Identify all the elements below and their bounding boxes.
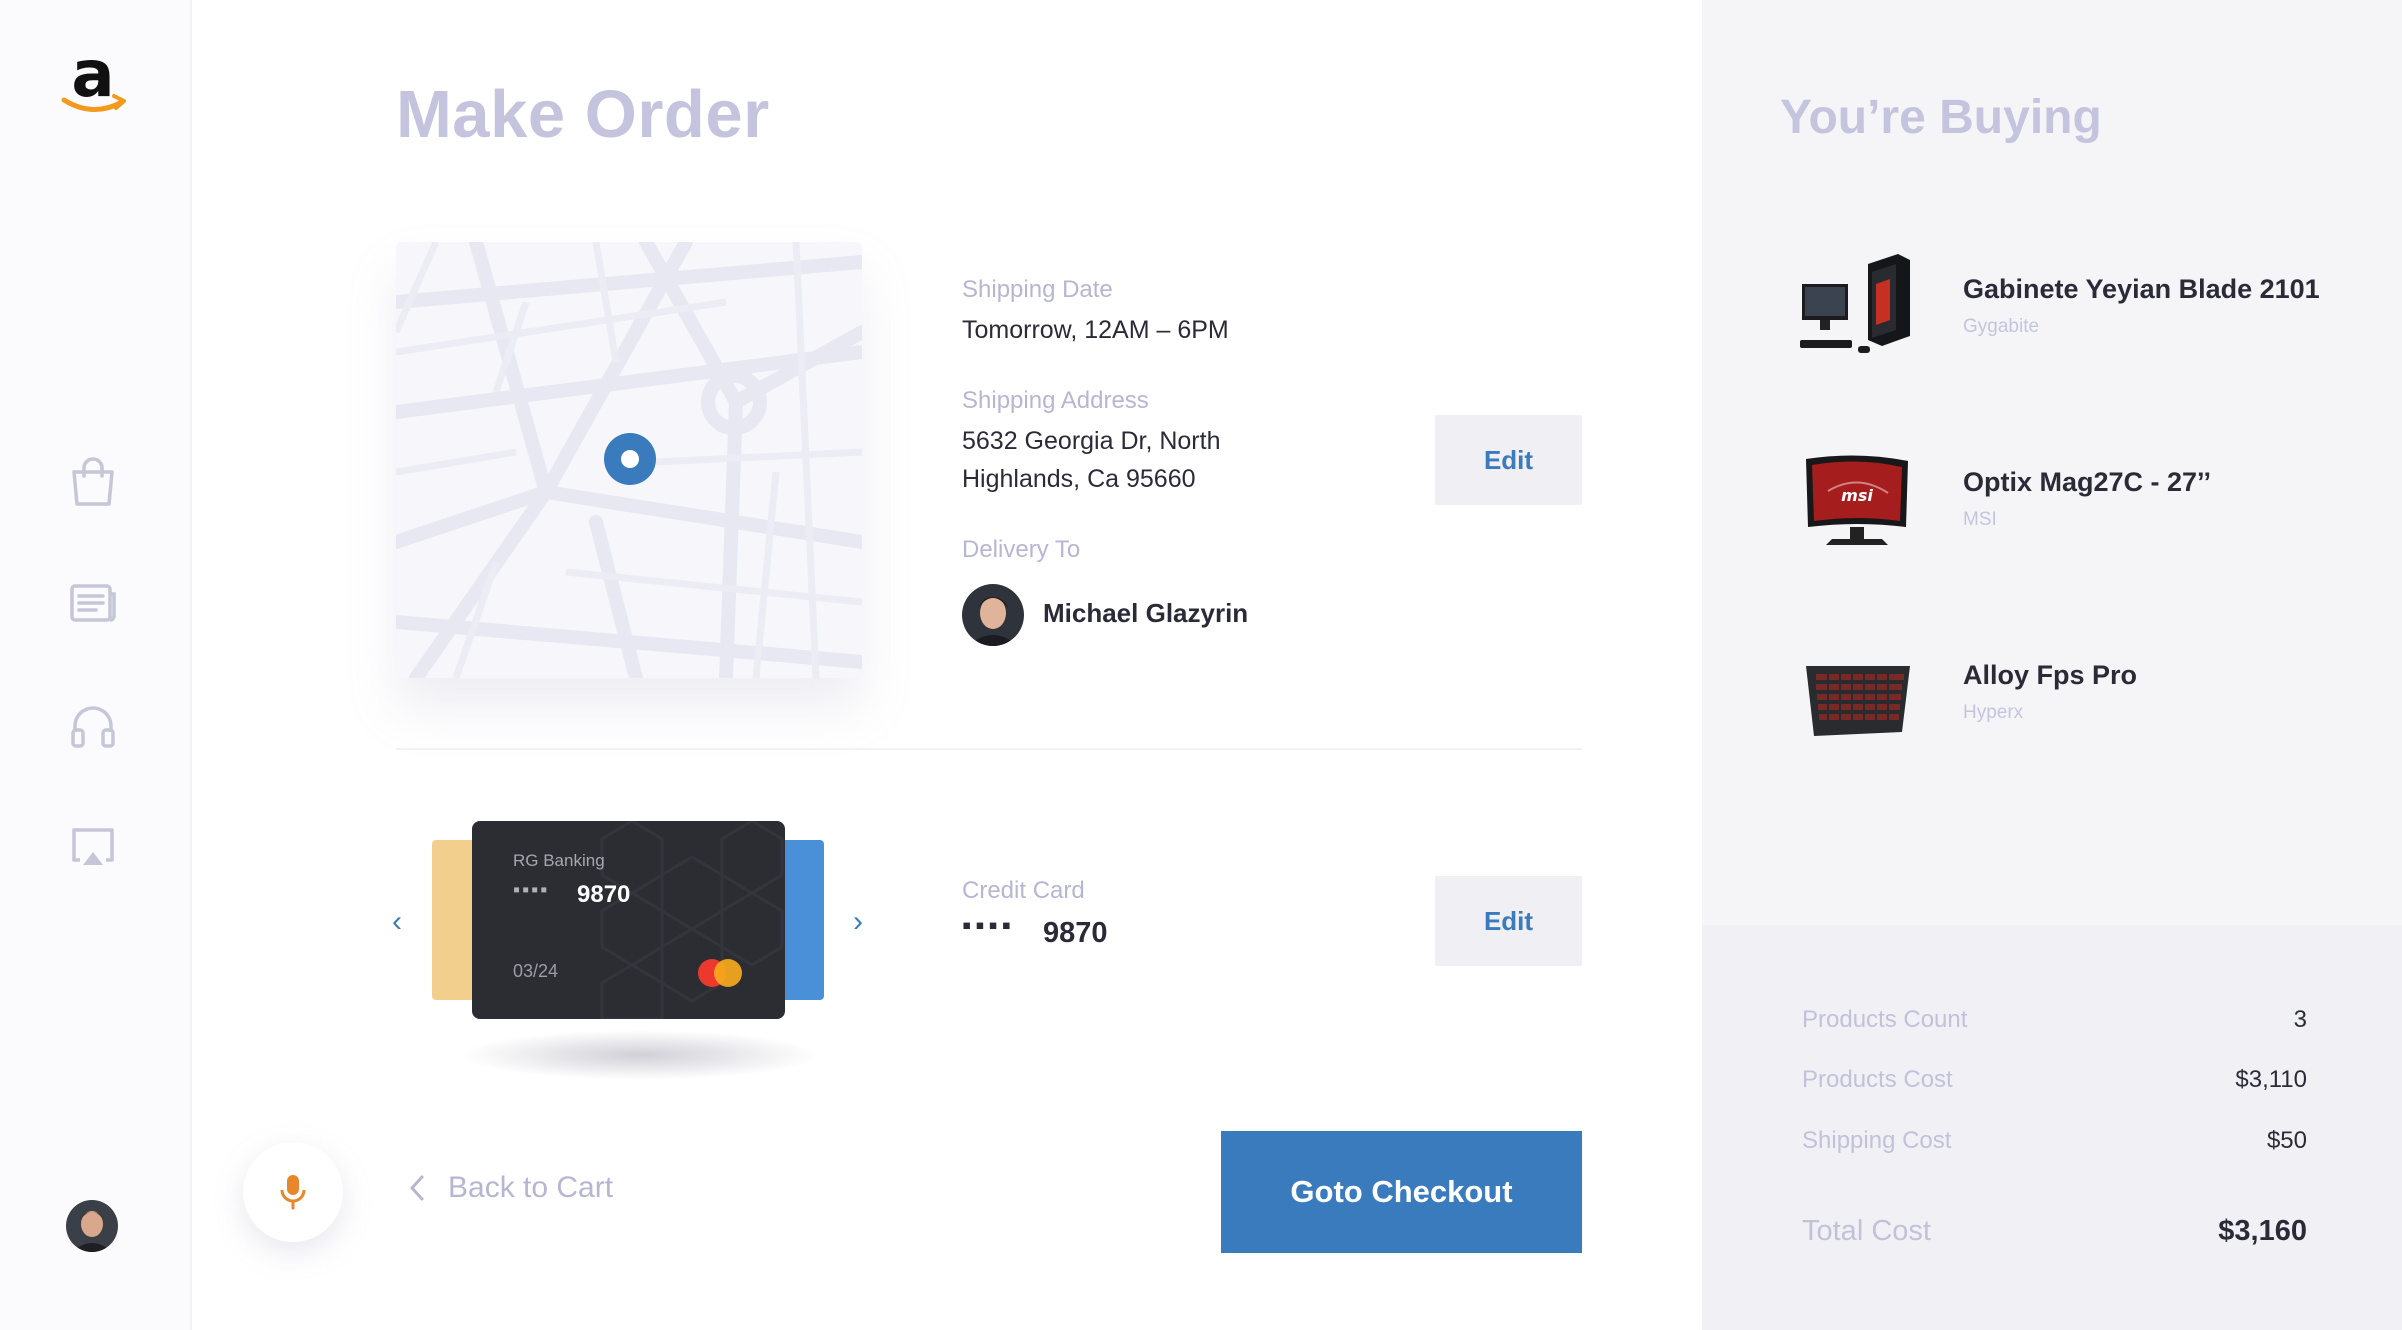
chevron-left-icon xyxy=(410,1175,424,1201)
total-cost-value: $3,160 xyxy=(2218,1215,2307,1247)
shipping-address-label: Shipping Address xyxy=(962,387,1149,414)
shipping-address-line1: 5632 Georgia Dr, North xyxy=(962,427,1221,455)
voice-button[interactable] xyxy=(243,1142,343,1242)
back-to-cart-link[interactable]: Back to Cart xyxy=(408,1171,613,1205)
shipping-date-value: Tomorrow, 12AM – 6PM xyxy=(962,316,1229,344)
prev-card-arrow-icon[interactable]: ‹ xyxy=(392,905,402,939)
icon-sidebar: a xyxy=(0,0,192,1330)
map-view[interactable] xyxy=(396,242,862,678)
delivery-to-label: Delivery To xyxy=(962,536,1081,563)
product-brand: Hyperx xyxy=(1963,702,2024,723)
recipient-name: Michael Glazyrin xyxy=(1043,598,1249,628)
product-brand: Gygabite xyxy=(1963,316,2040,337)
product-name: Gabinete Yeyian Blade 2101 xyxy=(1963,274,2320,304)
shipping-cost-label: Shipping Cost xyxy=(1802,1127,1952,1154)
recipient-avatar xyxy=(962,584,1024,646)
credit-card-mask: ▪▪▪▪ xyxy=(962,910,1015,940)
news-icon[interactable] xyxy=(66,576,120,630)
card-expiry: 03/24 xyxy=(513,961,559,981)
edit-shipping-button[interactable]: Edit xyxy=(1435,415,1582,505)
shipping-cost-value: $50 xyxy=(2266,1127,2307,1154)
mastercard-logo-icon xyxy=(698,959,742,987)
product-image-keyboard xyxy=(1806,666,1910,736)
card-bank-name: RG Banking xyxy=(513,851,605,870)
cart-title: You’re Buying xyxy=(1780,91,2102,144)
credit-card-label: Credit Card xyxy=(962,877,1085,904)
svg-text:msi: msi xyxy=(1841,486,1873,505)
products-cost-label: Products Cost xyxy=(1802,1066,1953,1093)
amazon-logo[interactable]: a xyxy=(50,36,136,120)
product-brand: MSI xyxy=(1963,509,1997,530)
next-card-arrow-icon[interactable]: › xyxy=(853,905,863,939)
page-title: Make Order xyxy=(396,77,770,152)
credit-card-last4: 9870 xyxy=(1043,917,1108,949)
section-divider xyxy=(396,748,1582,750)
cart-item[interactable]: Alloy Fps Pro Hyperx xyxy=(1798,636,2358,766)
goto-checkout-button[interactable]: Goto Checkout xyxy=(1221,1131,1582,1253)
product-image-pc xyxy=(1800,254,1910,353)
cart-item[interactable]: Gabinete Yeyian Blade 2101 Gygabite xyxy=(1798,250,2358,380)
back-to-cart-label: Back to Cart xyxy=(448,1171,614,1204)
product-image-monitor: msi xyxy=(1806,455,1908,545)
shipping-date-label: Shipping Date xyxy=(962,276,1113,303)
edit-payment-button[interactable]: Edit xyxy=(1435,876,1582,966)
card-shadow xyxy=(460,1030,820,1080)
product-name: Alloy Fps Pro xyxy=(1963,660,2138,690)
products-cost-value: $3,110 xyxy=(2235,1066,2307,1093)
cart-item[interactable]: msi Optix Mag27C - 27’’ MSI xyxy=(1798,443,2358,573)
logo-letter: a xyxy=(71,38,114,112)
card-number-last4: 9870 xyxy=(577,881,631,908)
credit-card-preview[interactable]: RG Banking ▪▪▪▪ 9870 03/24 xyxy=(472,821,785,1019)
products-count-label: Products Count xyxy=(1802,1006,1968,1033)
total-cost-label: Total Cost xyxy=(1802,1215,1931,1247)
microphone-icon xyxy=(280,1175,306,1210)
shopping-bag-icon[interactable] xyxy=(66,454,120,508)
shipping-address-line2: Highlands, Ca 95660 xyxy=(962,465,1196,493)
product-name: Optix Mag27C - 27’’ xyxy=(1963,467,2212,497)
user-avatar[interactable] xyxy=(66,1200,118,1252)
airplay-icon[interactable] xyxy=(66,820,120,874)
headphones-icon[interactable] xyxy=(66,698,120,752)
card-number-mask: ▪▪▪▪ xyxy=(513,879,550,901)
products-count-value: 3 xyxy=(2293,1006,2307,1033)
